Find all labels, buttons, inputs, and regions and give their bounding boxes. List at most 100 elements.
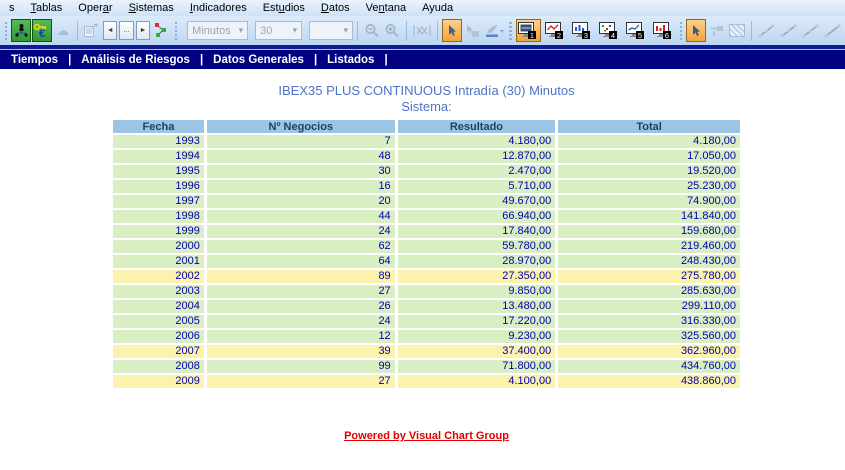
workspace-4-button[interactable]: 4 (597, 19, 622, 42)
next-button[interactable]: ► (135, 21, 151, 40)
report-title: IBEX35 PLUS CONTINUOUS Intradía (30) Min… (278, 83, 575, 98)
menu-ayuda[interactable]: Ayuda (414, 1, 461, 15)
svg-text:4: 4 (611, 30, 615, 39)
table-row: 2007 39 37.400,00 362.960,00 (113, 345, 740, 358)
tab-separator: | (68, 53, 72, 66)
tab-separator: | (313, 53, 318, 66)
toolbar: € ☁ ◄ ... ► Minutos ▾ 30 ▾ ▾ 1 2 3 4 5 6 (0, 16, 845, 49)
zoom-out-button-disabled[interactable] (362, 19, 382, 42)
report-tab-bar: Tiempos | Análisis de Riesgos | Datos Genera… (0, 50, 845, 69)
workspace-5-button[interactable]: 5 (624, 19, 649, 42)
candle-tool-button-disabled[interactable] (411, 19, 433, 42)
table-cell: 49.670,00 (397, 195, 556, 208)
table-cell: 1994 (113, 150, 204, 163)
toolbar-grip[interactable] (174, 21, 178, 40)
zoom-in-button-disabled[interactable] (383, 19, 403, 42)
menu-operar[interactable]: Operar (70, 1, 120, 15)
toolbar-separator (406, 20, 408, 41)
tab-tiempos[interactable]: Tiempos (5, 54, 64, 66)
menu-ventana[interactable]: Ventana (358, 1, 414, 15)
table-cell: 299.110,00 (558, 300, 740, 313)
pin-button-disabled[interactable] (707, 19, 727, 42)
table-cell: 1995 (113, 165, 204, 178)
table-cell: 4.180,00 (397, 135, 556, 148)
trendline-tool-button[interactable] (778, 19, 799, 42)
properties-button-disabled[interactable] (81, 19, 101, 42)
table-row: 2001 64 28.970,00 248.430,00 (113, 255, 740, 268)
key-euro-button[interactable]: € (32, 19, 52, 42)
table-cell: 24 (206, 315, 395, 328)
table-cell: 17.840,00 (397, 225, 556, 238)
table-cell: 44 (206, 210, 395, 223)
workspace-2-button[interactable]: 2 (543, 19, 568, 42)
column-header: Fecha (113, 120, 204, 133)
powered-by-link[interactable]: Powered by Visual Chart Group (344, 430, 509, 442)
pattern-fill-button-disabled[interactable] (728, 19, 748, 42)
table-row: 1997 20 49.670,00 74.900,00 (113, 195, 740, 208)
table-cell: 325.560,00 (558, 330, 740, 343)
report-content: IBEX35 PLUS CONTINUOUS Intradía (30) Min… (0, 69, 845, 442)
tab-listados[interactable]: Listados (321, 54, 380, 66)
cloud-button-disabled[interactable]: ☁ (53, 19, 73, 42)
svg-text:6: 6 (665, 30, 669, 39)
pen-icon (486, 24, 505, 37)
menu-tablas[interactable]: Tablas (23, 1, 71, 15)
table-cell: 9.850,00 (397, 285, 556, 298)
table-cell: 48 (206, 150, 395, 163)
table-cell: 7 (206, 135, 395, 148)
systems-table-button[interactable] (11, 19, 32, 42)
select-object-button-disabled[interactable] (463, 19, 483, 42)
chevron-down-icon: ▾ (238, 25, 244, 35)
compression-combo[interactable]: 30 ▾ (255, 21, 303, 40)
table-cell: 64 (206, 255, 395, 268)
tab-datos-generales[interactable]: Datos Generales (207, 54, 310, 66)
table-row: 1995 30 2.470,00 19.520,00 (113, 165, 740, 178)
menu-datos[interactable]: Datos (313, 1, 358, 15)
table-row: 1993 7 4.180,00 4.180,00 (113, 135, 740, 148)
toolbar-grip[interactable] (509, 21, 512, 40)
table-cell: 17.220,00 (397, 315, 556, 328)
menu-estudios[interactable]: Estudios (255, 1, 313, 15)
prev-button[interactable]: ◄ (103, 21, 118, 40)
menu-indicadores[interactable]: Indicadores (182, 1, 255, 15)
pattern-icon (729, 24, 746, 37)
org-chart-icon (15, 24, 28, 37)
toolbar-separator (437, 20, 438, 41)
table-cell: 25.230,00 (558, 180, 740, 193)
draw-pen-button-disabled[interactable] (483, 19, 505, 42)
svg-text:2: 2 (557, 30, 561, 39)
table-cell: 27.350,00 (397, 270, 556, 283)
table-cell: 71.800,00 (397, 360, 556, 373)
key-euro-icon: € (34, 23, 47, 38)
table-cell: 141.840,00 (558, 210, 740, 223)
table-cell: 4.100,00 (397, 375, 556, 388)
table-cell: 27 (206, 285, 395, 298)
workspace-1-button-selected[interactable]: 1 (515, 19, 541, 42)
menu-sistemas[interactable]: Sistemas (121, 1, 182, 15)
cursor-tool-button-selected[interactable] (441, 19, 462, 42)
tab-an-lisis-de-riesgos[interactable]: Análisis de Riesgos (75, 54, 196, 66)
table-cell: 19.520,00 (558, 165, 740, 178)
compression-combo-value: 30 (260, 24, 273, 37)
monitor-buttons: 1 2 3 4 5 6 (515, 19, 676, 42)
toolbar-grip[interactable] (679, 21, 682, 40)
workspace-6-button[interactable]: 6 (651, 19, 676, 42)
trendline-icon (758, 24, 775, 37)
toolbar-grip[interactable] (5, 21, 8, 40)
trendline-tool-button[interactable] (822, 19, 843, 42)
table-row: 2002 89 27.350,00 275.780,00 (113, 270, 740, 283)
menu-clipped[interactable]: s (1, 1, 23, 15)
workspace-3-button[interactable]: 3 (570, 19, 595, 42)
table-cell: 2005 (113, 315, 204, 328)
link-nodes-button[interactable] (151, 19, 171, 42)
table-cell: 2007 (113, 345, 204, 358)
pointer-tool-button-selected[interactable] (686, 19, 706, 42)
trendline-tool-button[interactable] (756, 19, 777, 42)
more-button[interactable]: ... (119, 21, 134, 40)
extra-combo[interactable]: ▾ (309, 21, 354, 40)
period-combo[interactable]: Minutos ▾ (187, 21, 249, 40)
chevron-down-icon: ▾ (343, 25, 349, 35)
trendline-tool-button[interactable] (800, 19, 821, 42)
table-cell: 12.870,00 (397, 150, 556, 163)
table-cell: 9.230,00 (397, 330, 556, 343)
